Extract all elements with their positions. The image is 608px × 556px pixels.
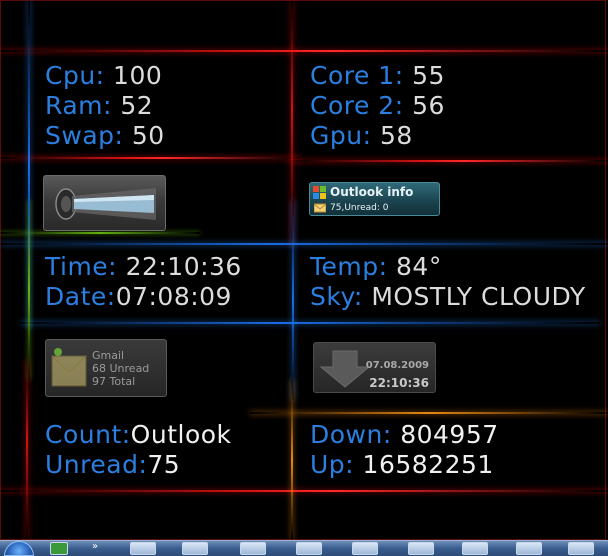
taskbar-app-5[interactable] — [296, 542, 322, 555]
taskbar-app-8[interactable] — [462, 542, 488, 555]
unread-label: Unread: — [45, 450, 148, 479]
cpu-value: 100 — [113, 61, 163, 90]
taskbar-app-6[interactable] — [352, 542, 378, 555]
down-stat: Down: 804957 — [310, 420, 499, 450]
up-label: Up: — [310, 450, 355, 479]
ram-label: Ram: — [45, 91, 112, 120]
unread-value: 75 — [147, 450, 181, 479]
core2-value: 56 — [412, 91, 445, 120]
cpu-stat: Cpu: 100 — [45, 61, 162, 91]
start-button[interactable] — [4, 541, 34, 556]
taskbar-app-10[interactable] — [568, 542, 594, 555]
temp-stat: Temp: 84° — [310, 252, 442, 282]
unread-stat: Unread:75 — [45, 450, 180, 480]
swap-label: Swap: — [45, 121, 124, 150]
date-label: Date: — [45, 282, 116, 311]
temp-value: 84° — [396, 252, 442, 281]
taskbar-app-9[interactable] — [516, 542, 542, 555]
download-clock-widget[interactable]: 07.08.2009 22:10:36 — [313, 342, 436, 393]
time-stat: Time: 22:10:36 — [45, 252, 242, 282]
temp-label: Temp: — [310, 252, 388, 281]
download-arrow-icon — [319, 350, 371, 388]
gmail-title: Gmail — [92, 349, 125, 362]
taskbar-overflow-chevron[interactable]: » — [92, 542, 102, 555]
gpu-stat: Gpu: 58 — [310, 121, 413, 151]
gmail-unread: 68 Unread — [92, 362, 150, 375]
count-label: Count: — [45, 420, 131, 449]
count-stat: Count:Outlook — [45, 420, 232, 450]
overflow-glyph: » — [92, 541, 99, 552]
gpu-value: 58 — [379, 121, 413, 150]
volume-widget[interactable] — [43, 175, 166, 231]
sky-value: MOSTLY CLOUDY — [371, 282, 586, 311]
down-value: 804957 — [400, 420, 499, 449]
date-stat: Date:07:08:09 — [45, 282, 232, 312]
gmail-envelope-icon — [51, 348, 87, 387]
core2-stat: Core 2: 56 — [310, 91, 445, 121]
outlook-info-widget[interactable]: Outlook info 75,Unread: 0 — [309, 182, 440, 216]
taskbar: » — [0, 540, 608, 556]
swap-stat: Swap: 50 — [45, 121, 165, 151]
outlook-widget-title: Outlook info — [330, 185, 414, 199]
sky-label: Sky: — [310, 282, 363, 311]
swap-value: 50 — [131, 121, 165, 150]
gpu-label: Gpu: — [310, 121, 372, 150]
down-label: Down: — [310, 420, 392, 449]
ram-value: 52 — [120, 91, 154, 120]
download-widget-time: 22:10:36 — [369, 376, 429, 390]
time-value: 22:10:36 — [125, 252, 242, 281]
up-stat: Up: 16582251 — [310, 450, 494, 480]
core1-stat: Core 1: 55 — [310, 61, 445, 91]
windows-logo-icon — [313, 186, 326, 199]
ram-stat: Ram: 52 — [45, 91, 153, 121]
speaker-icon — [55, 188, 156, 220]
sky-stat: Sky: MOSTLY CLOUDY — [310, 282, 586, 312]
core1-value: 55 — [412, 61, 445, 90]
gmail-total: 97 Total — [92, 375, 136, 388]
download-widget-date: 07.08.2009 — [365, 360, 429, 371]
taskbar-app-7[interactable] — [408, 542, 434, 555]
count-value: Outlook — [130, 420, 232, 449]
core1-label: Core 1: — [310, 61, 404, 90]
taskbar-app-2[interactable] — [130, 542, 156, 555]
time-label: Time: — [45, 252, 118, 281]
cpu-label: Cpu: — [45, 61, 105, 90]
taskbar-app-3[interactable] — [182, 542, 208, 555]
core2-label: Core 2: — [310, 91, 404, 120]
up-value: 16582251 — [362, 450, 494, 479]
taskbar-app-1[interactable] — [50, 542, 68, 555]
taskbar-app-4[interactable] — [240, 542, 266, 555]
gmail-widget[interactable]: Gmail 68 Unread 97 Total — [45, 339, 167, 397]
outlook-widget-status: 75,Unread: 0 — [330, 203, 389, 213]
date-value: 07:08:09 — [115, 282, 232, 311]
envelope-icon — [314, 203, 326, 213]
